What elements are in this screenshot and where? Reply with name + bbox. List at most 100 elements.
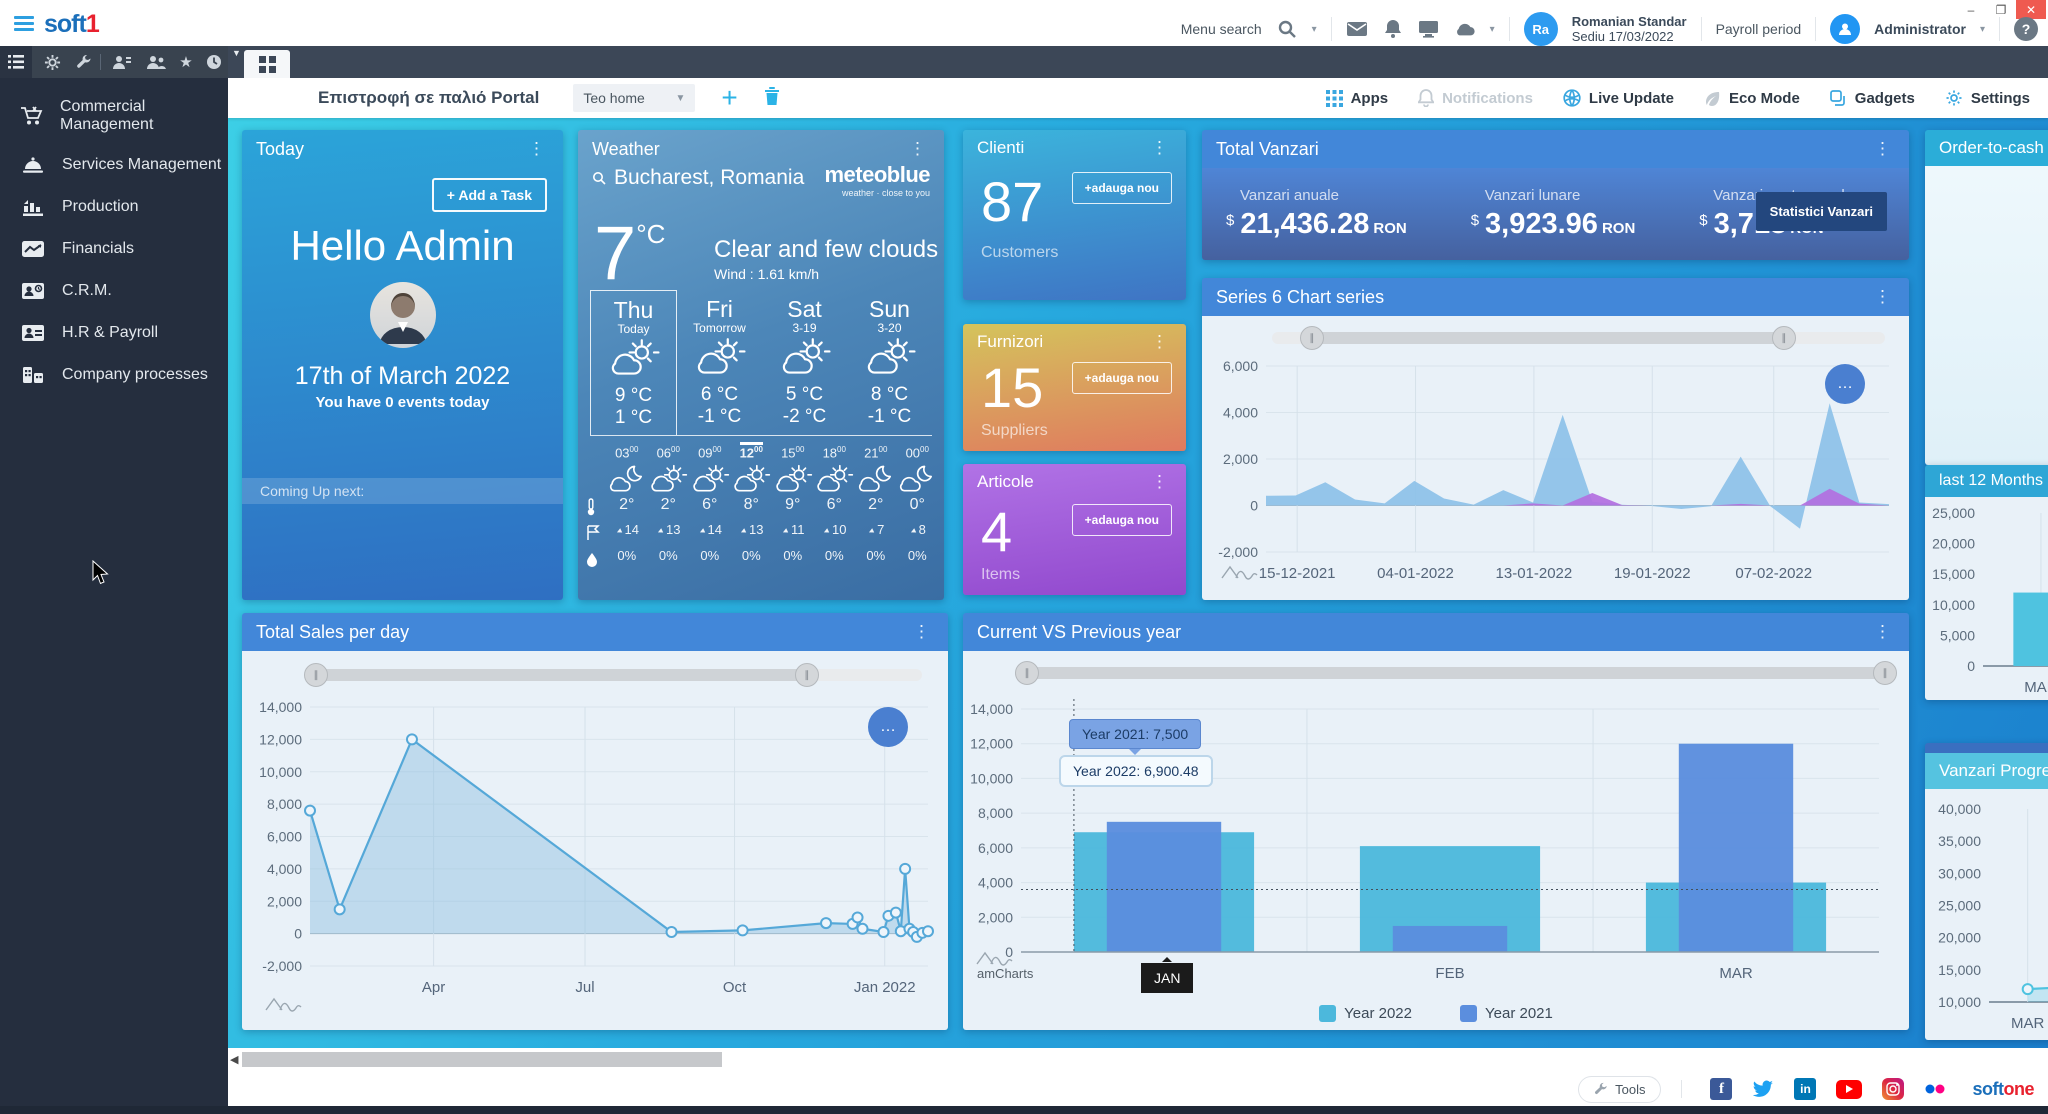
- notifications-bell-icon[interactable]: [1382, 18, 1404, 40]
- chart-legend: Year 2022 Year 2021: [963, 1005, 1909, 1022]
- chart-range-slider[interactable]: ∥∥: [316, 663, 922, 687]
- mail-icon[interactable]: [1346, 18, 1368, 40]
- widget-order-to-cash: Order-to-cash: [1925, 130, 2048, 465]
- scroll-left-arrow-icon[interactable]: ◀: [230, 1053, 238, 1066]
- kebab-menu-icon[interactable]: ⋮: [1147, 472, 1172, 492]
- svg-text:07-02-2022: 07-02-2022: [1735, 565, 1812, 582]
- help-icon[interactable]: ?: [2014, 17, 2038, 41]
- search-caret-icon[interactable]: ▾: [1312, 24, 1317, 35]
- weather-hour-column[interactable]: 15009°▲110%: [772, 442, 814, 572]
- gadgets-button[interactable]: Gadgets: [1830, 90, 1915, 107]
- cloud-icon[interactable]: [1454, 18, 1476, 40]
- kebab-menu-icon[interactable]: ⋮: [524, 139, 549, 159]
- hamburger-menu-icon[interactable]: [14, 16, 34, 30]
- legend-year-2022[interactable]: Year 2022: [1319, 1005, 1412, 1022]
- notifications-button[interactable]: Notifications: [1418, 89, 1533, 107]
- company-branch: Sediu 17/03/2022: [1572, 29, 1687, 44]
- kebab-menu-icon[interactable]: ⋮: [1870, 622, 1895, 642]
- back-to-old-portal-link[interactable]: Επιστροφή σε παλιό Portal: [318, 88, 539, 108]
- forecast-day[interactable]: Sun3-20 8 °C-1 °C: [847, 290, 932, 435]
- weather-hour-column[interactable]: 00000°▲80%: [897, 442, 939, 572]
- forecast-day[interactable]: FriTomorrow 6 °C-1 °C: [677, 290, 762, 435]
- slider-handle-left[interactable]: ∥: [1015, 661, 1039, 685]
- select-caret-icon: ▼: [675, 93, 685, 104]
- linkedin-icon[interactable]: in: [1794, 1078, 1816, 1100]
- add-item-button[interactable]: +adauga nou: [1072, 504, 1172, 536]
- slider-handle-left[interactable]: ∥: [304, 663, 328, 687]
- sidebar-item-hr-payroll[interactable]: H.R & Payroll: [0, 312, 228, 354]
- forecast-day[interactable]: ThuToday 9 °C1 °C: [590, 290, 677, 435]
- sales-statistics-button[interactable]: Statistici Vanzari: [1756, 192, 1887, 231]
- recent-clock-icon[interactable]: [198, 46, 230, 78]
- user-caret-icon[interactable]: ▾: [1980, 24, 1985, 35]
- weather-hour-column[interactable]: 12008°▲130%: [731, 442, 773, 572]
- sidebar-item-commercial-management[interactable]: Commercial Management: [0, 88, 228, 144]
- kebab-menu-icon[interactable]: ⋮: [1870, 287, 1895, 307]
- sidebar-item-financials[interactable]: Financials: [0, 228, 228, 270]
- svg-text:14,000: 14,000: [259, 699, 302, 715]
- weather-hour-column[interactable]: 06002°▲130%: [648, 442, 690, 572]
- settings-button[interactable]: Settings: [1945, 89, 2030, 107]
- chart-more-button[interactable]: …: [868, 707, 908, 747]
- youtube-icon[interactable]: [1836, 1080, 1862, 1099]
- sidebar-item-services-management[interactable]: Services Management: [0, 144, 228, 186]
- kebab-menu-icon[interactable]: ⋮: [905, 139, 930, 159]
- sidebar-item-crm[interactable]: C.R.M.: [0, 270, 228, 312]
- add-supplier-button[interactable]: +adauga nou: [1072, 362, 1172, 394]
- sidebar-item-company-processes[interactable]: Company processes: [0, 354, 228, 396]
- add-dashboard-button[interactable]: +: [721, 88, 737, 108]
- cloud-caret-icon[interactable]: ▾: [1490, 24, 1495, 35]
- weather-hour-column[interactable]: 09006°▲140%: [689, 442, 731, 572]
- tab-overflow-caret-icon[interactable]: ▼: [232, 48, 241, 58]
- slider-handle-left[interactable]: ∥: [1300, 326, 1324, 350]
- user-avatar[interactable]: [1830, 14, 1860, 44]
- chart-range-slider[interactable]: ∥∥: [1027, 661, 1885, 685]
- chart-more-button[interactable]: …: [1825, 364, 1865, 404]
- payroll-period-link[interactable]: Payroll period: [1716, 21, 1802, 37]
- delete-dashboard-button[interactable]: [764, 86, 780, 110]
- legend-year-2021[interactable]: Year 2021: [1460, 1005, 1553, 1022]
- company-logo-badge[interactable]: Ra: [1524, 12, 1558, 46]
- svg-text:15-12-2021: 15-12-2021: [1259, 565, 1336, 582]
- users-icon[interactable]: [140, 46, 172, 78]
- forecast-day[interactable]: Sat3-19 5 °C-2 °C: [762, 290, 847, 435]
- bottom-bar: [0, 1106, 2048, 1114]
- live-update-button[interactable]: Live Update: [1563, 89, 1674, 107]
- monitor-icon[interactable]: [1418, 18, 1440, 40]
- slider-handle-right[interactable]: ∥: [795, 663, 819, 687]
- gear-icon[interactable]: [36, 46, 68, 78]
- kebab-menu-icon[interactable]: ⋮: [1870, 139, 1895, 159]
- add-customer-button[interactable]: +adauga nou: [1072, 172, 1172, 204]
- scrollbar-thumb[interactable]: [242, 1052, 722, 1067]
- instagram-icon[interactable]: [1882, 1078, 1904, 1100]
- user-name[interactable]: Administrator: [1874, 21, 1966, 37]
- svg-text:2,000: 2,000: [1223, 451, 1258, 467]
- menu-list-icon[interactable]: [0, 46, 32, 78]
- twitter-icon[interactable]: [1752, 1078, 1774, 1100]
- kebab-menu-icon[interactable]: ⋮: [1147, 138, 1172, 158]
- flickr-icon[interactable]: [1924, 1078, 1946, 1100]
- home-select[interactable]: Teo home ▼: [573, 84, 695, 112]
- eco-mode-button[interactable]: Eco Mode: [1704, 90, 1800, 107]
- tab-dashboard[interactable]: [244, 50, 290, 78]
- wrench-icon[interactable]: [68, 46, 100, 78]
- weather-hour-column[interactable]: 18006°▲100%: [814, 442, 856, 572]
- slider-handle-right[interactable]: ∥: [1873, 661, 1897, 685]
- search-icon[interactable]: [1276, 18, 1298, 40]
- slider-handle-right[interactable]: ∥: [1772, 326, 1796, 350]
- chart-range-slider[interactable]: ∥∥: [1272, 326, 1885, 350]
- facebook-icon[interactable]: f: [1710, 1078, 1732, 1100]
- kebab-menu-icon[interactable]: ⋮: [1147, 332, 1172, 352]
- company-info[interactable]: Romanian Standar Sediu 17/03/2022: [1572, 14, 1687, 44]
- weather-location[interactable]: Bucharest, Romania: [592, 166, 804, 190]
- kebab-menu-icon[interactable]: ⋮: [909, 622, 934, 642]
- apps-button[interactable]: Apps: [1326, 90, 1389, 107]
- add-task-button[interactable]: + Add a Task: [432, 178, 547, 212]
- horizontal-scrollbar[interactable]: ◀: [228, 1048, 2048, 1072]
- contact-add-icon[interactable]: [106, 46, 138, 78]
- sidebar-item-production[interactable]: Production: [0, 186, 228, 228]
- weather-hour-column[interactable]: 03002°▲140%: [606, 442, 648, 572]
- menu-search-label[interactable]: Menu search: [1181, 21, 1262, 37]
- tools-button[interactable]: Tools: [1578, 1076, 1661, 1103]
- weather-hour-column[interactable]: 21002°▲70%: [855, 442, 897, 572]
